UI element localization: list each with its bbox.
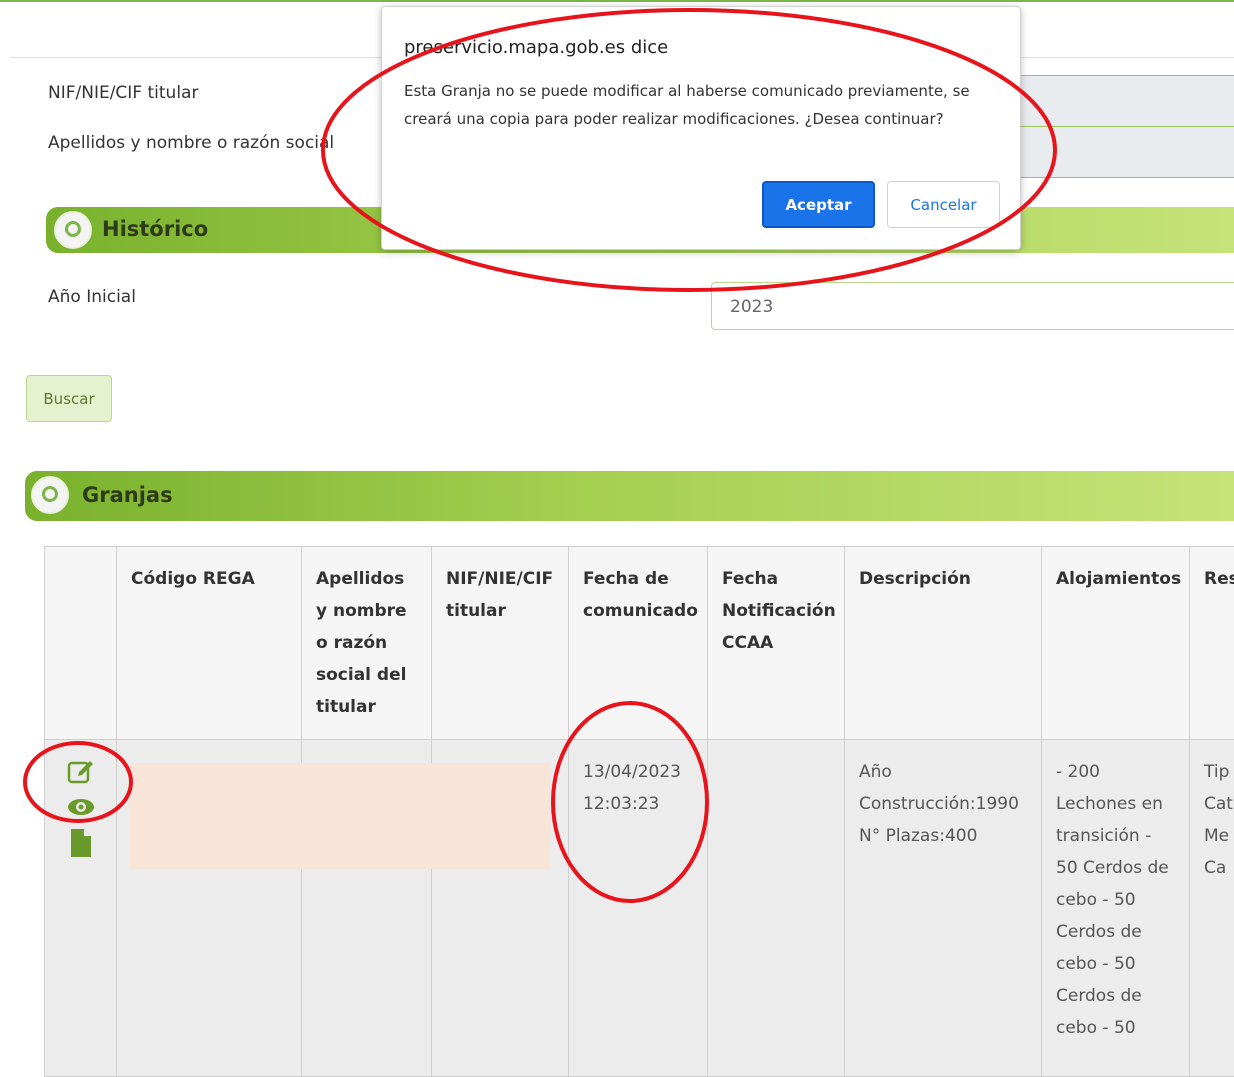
col-fecha-comunicado[interactable]: Fecha de comunicado — [569, 547, 708, 740]
name-field[interactable] — [1000, 126, 1234, 178]
cell-fecha-notificacion — [708, 740, 845, 1077]
name-label: Apellidos y nombre o razón social — [48, 133, 334, 153]
dialog-message: Esta Granja no se puede modificar al hab… — [404, 77, 1004, 133]
nif-field[interactable] — [1000, 75, 1234, 127]
granjas-section-header: Granjas — [25, 471, 1234, 521]
search-button[interactable]: Buscar — [26, 375, 112, 422]
view-icon[interactable] — [66, 796, 96, 818]
table-header-row: Código REGA Apellidos y nombre o razón s… — [45, 547, 1234, 740]
leaf-logo-icon — [31, 476, 69, 514]
col-codigo-rega[interactable]: Código REGA — [117, 547, 302, 740]
row-actions — [45, 740, 117, 1077]
nif-label: NIF/NIE/CIF titular — [48, 83, 198, 103]
leaf-logo-icon — [54, 211, 92, 249]
confirm-dialog: preservicio.mapa.gob.es dice Esta Granja… — [381, 6, 1021, 250]
col-actions — [45, 547, 117, 740]
document-icon[interactable] — [70, 828, 92, 858]
granjas-title: Granjas — [82, 483, 173, 507]
col-nif[interactable]: NIF/NIE/CIF titular — [432, 547, 569, 740]
accept-button[interactable]: Aceptar — [762, 181, 875, 228]
dialog-host: preservicio.mapa.gob.es dice — [404, 37, 668, 58]
col-alojamientos[interactable]: Alojamientos — [1042, 547, 1190, 740]
col-titular-name[interactable]: Apellidos y nombre o razón social del ti… — [302, 547, 432, 740]
cell-alojamientos: - 200 Lechones en transición - 50 Cerdos… — [1042, 740, 1190, 1077]
redacted-area — [130, 763, 550, 869]
col-descripcion[interactable]: Descripción — [845, 547, 1042, 740]
col-fecha-notificacion[interactable]: Fecha Notificación CCAA — [708, 547, 845, 740]
edit-icon[interactable] — [66, 758, 96, 786]
top-accent-line — [0, 0, 1234, 2]
cell-res: Tip Cat Me Hu Ca — [1190, 740, 1234, 1077]
year-label: Año Inicial — [48, 287, 136, 307]
cell-fecha-comunicado: 13/04/2023 12:03:23 — [569, 740, 708, 1077]
historico-title: Histórico — [102, 217, 208, 241]
year-input[interactable]: 2023 — [711, 282, 1234, 330]
cell-descripcion: Año Construcción:1990 N° Plazas:400 — [845, 740, 1042, 1077]
cancel-button[interactable]: Cancelar — [887, 181, 1000, 228]
col-res[interactable]: Res — [1190, 547, 1234, 740]
